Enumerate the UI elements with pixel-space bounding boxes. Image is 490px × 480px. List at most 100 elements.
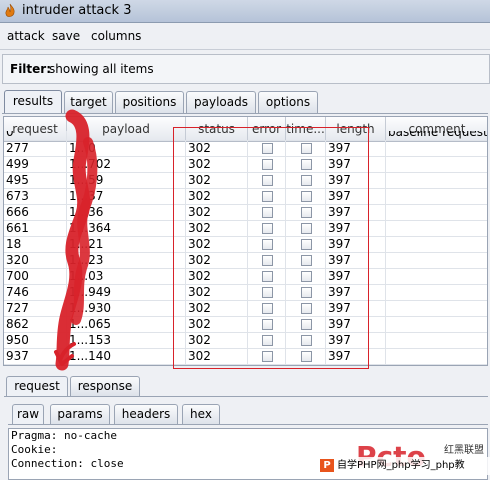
cell-error[interactable] [248, 141, 286, 156]
table-row[interactable]: 18 1...21 302 397 [4, 237, 487, 253]
error-checkbox[interactable] [262, 255, 273, 266]
error-checkbox[interactable] [262, 287, 273, 298]
tab-hex[interactable]: hex [182, 404, 220, 424]
cell-error[interactable] [248, 317, 286, 332]
cell-timeout[interactable] [286, 141, 326, 156]
cell-payload: 1...153 [67, 333, 186, 348]
timeout-checkbox[interactable] [301, 207, 312, 218]
cell-timeout[interactable] [286, 349, 326, 364]
timeout-checkbox[interactable] [301, 159, 312, 170]
cell-request: 673 [4, 189, 67, 204]
tab-raw[interactable]: raw [12, 404, 44, 424]
detail-tabs-divider [4, 396, 488, 397]
cell-request: 0 [4, 131, 67, 140]
cell-timeout[interactable] [286, 189, 326, 204]
error-checkbox[interactable] [262, 303, 273, 314]
table-row[interactable]: 495 1...59 302 397 [4, 173, 487, 189]
table-row-partial[interactable]: 0 baseline request [4, 131, 487, 141]
cell-timeout[interactable] [286, 205, 326, 220]
tab-target[interactable]: target [64, 91, 113, 113]
timeout-checkbox[interactable] [301, 191, 312, 202]
cell-error[interactable] [248, 237, 286, 252]
cell-length: 397 [326, 269, 386, 284]
cell-request: 700 [4, 269, 67, 284]
tab-options[interactable]: options [258, 91, 318, 113]
table-row[interactable]: 499 1...702 302 397 [4, 157, 487, 173]
cell-error[interactable] [248, 189, 286, 204]
table-row[interactable]: 673 1...37 302 397 [4, 189, 487, 205]
error-checkbox[interactable] [262, 159, 273, 170]
timeout-checkbox[interactable] [301, 255, 312, 266]
cell-payload: 1...23 [67, 253, 186, 268]
cell-timeout[interactable] [286, 237, 326, 252]
menu-save[interactable]: save [52, 29, 80, 43]
timeout-checkbox[interactable] [301, 303, 312, 314]
tab-headers[interactable]: headers [114, 404, 178, 424]
cell-error[interactable] [248, 269, 286, 284]
cell-timeout[interactable] [286, 253, 326, 268]
filter-bar[interactable]: Filter: showing all items [2, 54, 490, 84]
tab-positions[interactable]: positions [115, 91, 184, 113]
table-row[interactable]: 666 1...36 302 397 [4, 205, 487, 221]
menu-columns[interactable]: columns [91, 29, 141, 43]
timeout-checkbox[interactable] [301, 271, 312, 282]
cell-timeout[interactable] [286, 333, 326, 348]
cell-timeout[interactable] [286, 221, 326, 236]
error-checkbox[interactable] [262, 319, 273, 330]
tab-results[interactable]: results [4, 90, 62, 114]
error-checkbox[interactable] [262, 223, 273, 234]
tab-payloads[interactable]: payloads [186, 91, 256, 113]
timeout-checkbox[interactable] [301, 319, 312, 330]
table-row[interactable]: 727 1...930 302 397 [4, 301, 487, 317]
cell-timeout[interactable] [286, 269, 326, 284]
tab-request[interactable]: request [6, 376, 68, 396]
cell-error[interactable] [248, 349, 286, 364]
menu-attack[interactable]: attack [7, 29, 45, 43]
cell-error[interactable] [248, 301, 286, 316]
cell-timeout[interactable] [286, 317, 326, 332]
timeout-checkbox[interactable] [301, 287, 312, 298]
cell-error[interactable] [248, 221, 286, 236]
cell-timeout[interactable] [286, 173, 326, 188]
cell-timeout[interactable] [286, 285, 326, 300]
cell-error[interactable] [248, 157, 286, 172]
cell-length: 397 [326, 349, 386, 364]
timeout-checkbox[interactable] [301, 239, 312, 250]
cell-comment [386, 333, 487, 348]
cell-timeout[interactable] [286, 157, 326, 172]
tab-response[interactable]: response [70, 376, 140, 396]
table-row[interactable]: 950 1...153 302 397 [4, 333, 487, 349]
table-row[interactable]: 746 1...949 302 397 [4, 285, 487, 301]
watermark-label: 红黑联盟 [444, 445, 484, 456]
cell-request: 320 [4, 253, 67, 268]
cell-timeout[interactable] [286, 301, 326, 316]
timeout-checkbox[interactable] [301, 175, 312, 186]
cell-error[interactable] [248, 173, 286, 188]
error-checkbox[interactable] [262, 335, 273, 346]
table-row[interactable]: 937 1...140 302 397 [4, 349, 487, 365]
cell-error[interactable] [248, 253, 286, 268]
table-row[interactable]: 862 1...065 302 397 [4, 317, 487, 333]
timeout-checkbox[interactable] [301, 335, 312, 346]
results-table[interactable]: request payload status error time... len… [3, 116, 488, 366]
table-row[interactable]: 277 1...0 302 397 [4, 141, 487, 157]
tab-params[interactable]: params [50, 404, 110, 424]
timeout-checkbox[interactable] [301, 143, 312, 154]
cell-error[interactable] [248, 285, 286, 300]
timeout-checkbox[interactable] [301, 351, 312, 362]
table-row[interactable]: 320 1...23 302 397 [4, 253, 487, 269]
table-row[interactable]: 661 1...364 302 397 [4, 221, 487, 237]
timeout-checkbox[interactable] [301, 223, 312, 234]
error-checkbox[interactable] [262, 239, 273, 250]
table-row[interactable]: 700 1...03 302 397 [4, 269, 487, 285]
error-checkbox[interactable] [262, 175, 273, 186]
error-checkbox[interactable] [262, 207, 273, 218]
error-checkbox[interactable] [262, 191, 273, 202]
cell-status: 302 [186, 285, 248, 300]
error-checkbox[interactable] [262, 143, 273, 154]
error-checkbox[interactable] [262, 351, 273, 362]
error-checkbox[interactable] [262, 271, 273, 282]
cell-error[interactable] [248, 333, 286, 348]
cell-error[interactable] [248, 205, 286, 220]
cell-request: 495 [4, 173, 67, 188]
